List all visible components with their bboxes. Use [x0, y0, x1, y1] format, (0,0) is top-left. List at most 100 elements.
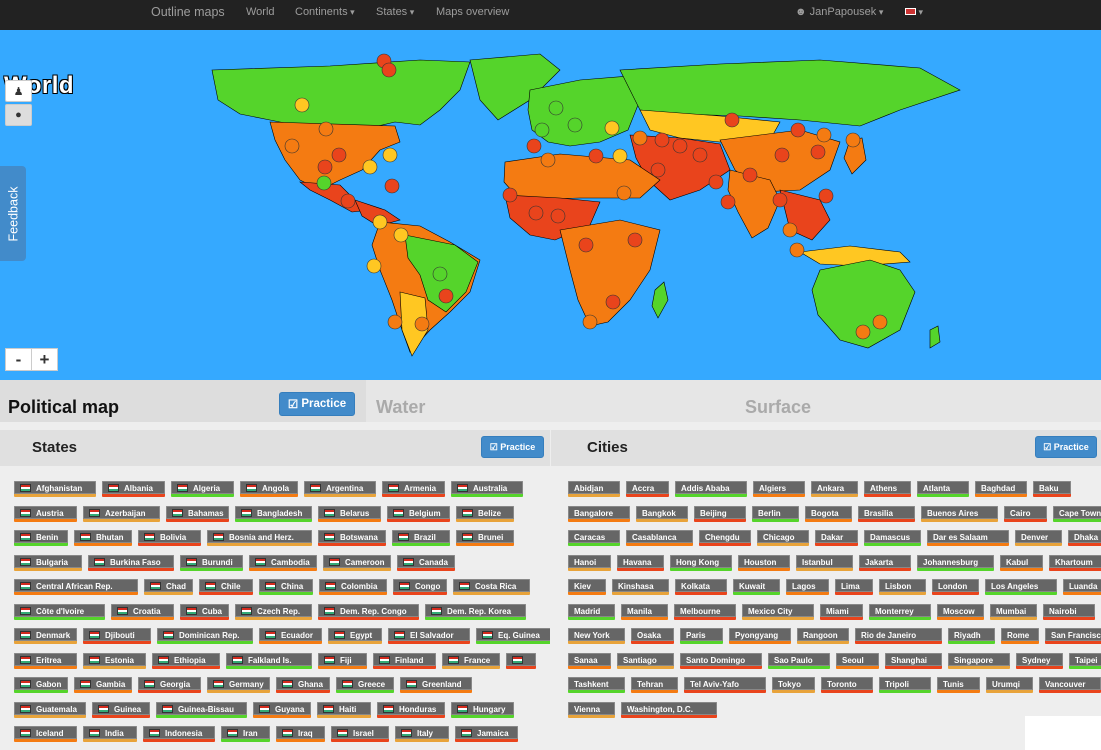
- city-marker[interactable]: [818, 188, 834, 204]
- states-chip[interactable]: Czech Rep.: [235, 603, 312, 620]
- cities-chip[interactable]: Buenos Aires: [921, 505, 998, 522]
- brand-link[interactable]: Outline maps: [151, 0, 225, 30]
- states-chip[interactable]: Ethiopia: [152, 652, 220, 669]
- states-chip[interactable]: Indonesia: [143, 726, 215, 742]
- cities-chip[interactable]: Casablanca: [626, 530, 693, 546]
- states-chip[interactable]: Denmark: [14, 628, 77, 644]
- city-marker[interactable]: [340, 193, 356, 209]
- states-chip[interactable]: Brazil: [392, 530, 450, 546]
- nav-continents[interactable]: Continents: [295, 0, 355, 30]
- feedback-tab[interactable]: Feedback: [0, 166, 26, 261]
- cities-chip[interactable]: Bogota: [805, 505, 852, 522]
- cities-chip[interactable]: New York: [568, 628, 625, 644]
- cities-chip[interactable]: Atlanta: [917, 481, 969, 497]
- city-marker[interactable]: [548, 100, 564, 116]
- cities-chip[interactable]: Chengdu: [699, 530, 751, 546]
- cities-chip[interactable]: Istanbul: [796, 554, 853, 571]
- city-marker[interactable]: [393, 227, 409, 243]
- states-chip[interactable]: Albania: [102, 481, 165, 497]
- city-marker[interactable]: [331, 147, 347, 163]
- cities-chip[interactable]: Kuwait: [733, 579, 780, 595]
- city-marker[interactable]: [604, 120, 620, 136]
- states-chip[interactable]: Afghanistan: [14, 481, 96, 497]
- states-chip[interactable]: Eritrea: [14, 652, 77, 669]
- cities-chip[interactable]: Denver: [1015, 530, 1062, 546]
- states-chip[interactable]: Croatia: [111, 603, 174, 620]
- user-menu[interactable]: ☻ JanPapousek: [795, 0, 883, 30]
- cities-chip[interactable]: Santo Domingo: [680, 652, 762, 669]
- states-chip[interactable]: Argentina: [304, 481, 376, 497]
- city-marker[interactable]: [381, 62, 397, 78]
- cities-chip[interactable]: Kiev: [568, 579, 606, 595]
- nav-world[interactable]: World: [246, 0, 275, 30]
- city-marker[interactable]: [774, 147, 790, 163]
- cities-chip[interactable]: Rangoon: [797, 628, 849, 644]
- city-marker[interactable]: [588, 148, 604, 164]
- states-chip[interactable]: Bangladesh: [235, 505, 312, 522]
- states-chip[interactable]: Djibouti: [83, 628, 151, 644]
- cities-chip[interactable]: Urumqi: [986, 677, 1033, 693]
- city-marker[interactable]: [526, 138, 542, 154]
- states-chip[interactable]: Belize: [456, 505, 514, 522]
- cities-chip[interactable]: Nairobi: [1043, 603, 1095, 620]
- cities-chip[interactable]: Dhaka: [1068, 530, 1101, 546]
- city-marker[interactable]: [294, 97, 310, 113]
- cities-chip[interactable]: Sydney: [1016, 652, 1063, 669]
- states-chip[interactable]: Bolivia: [138, 530, 201, 546]
- states-chip[interactable]: Bosnia and Herz.: [207, 530, 312, 546]
- nav-maps-overview[interactable]: Maps overview: [436, 0, 509, 30]
- cities-chip[interactable]: Khartoum: [1049, 554, 1101, 571]
- cities-chip[interactable]: Cairo: [1004, 505, 1047, 522]
- tab-political-map[interactable]: Political map ☑ Practice: [0, 380, 366, 422]
- states-chip[interactable]: Chile: [199, 579, 253, 595]
- world-map[interactable]: World ♟ ● Feedback: [0, 30, 1101, 380]
- cities-chip[interactable]: Lagos: [786, 579, 829, 595]
- cities-chip[interactable]: Lima: [835, 579, 873, 595]
- cities-chip[interactable]: Los Angeles: [985, 579, 1057, 595]
- cities-chip[interactable]: Rio de Janeiro: [855, 628, 942, 644]
- states-chip[interactable]: Algeria: [171, 481, 234, 497]
- states-chip[interactable]: France: [442, 652, 500, 669]
- states-chip[interactable]: Canada: [397, 554, 455, 571]
- states-chip[interactable]: Angola: [240, 481, 298, 497]
- states-chip[interactable]: Hungary: [451, 701, 514, 718]
- city-marker[interactable]: [772, 192, 788, 208]
- city-marker[interactable]: [627, 232, 643, 248]
- cities-chip[interactable]: Luanda: [1063, 579, 1101, 595]
- cities-chip[interactable]: Addis Ababa: [675, 481, 747, 497]
- cities-chip[interactable]: Toronto: [821, 677, 873, 693]
- states-chip[interactable]: Israel: [331, 726, 389, 742]
- cities-chip[interactable]: Damascus: [864, 530, 921, 546]
- cities-chip[interactable]: Osaka: [631, 628, 674, 644]
- city-marker[interactable]: [578, 237, 594, 253]
- city-marker[interactable]: [855, 324, 871, 340]
- states-chip[interactable]: Jamaica: [455, 726, 518, 742]
- city-marker[interactable]: [654, 132, 670, 148]
- cities-chip[interactable]: Singapore: [948, 652, 1010, 669]
- cities-chip[interactable]: Bangalore: [568, 505, 630, 522]
- cities-chip[interactable]: Pyongyang: [729, 628, 791, 644]
- states-chip[interactable]: Côte d'Ivoire: [14, 603, 105, 620]
- cities-chip[interactable]: Tehran: [631, 677, 678, 693]
- language-menu[interactable]: [905, 0, 923, 30]
- cities-chip[interactable]: Accra: [626, 481, 669, 497]
- states-chip[interactable]: Gambia: [74, 677, 132, 693]
- states-chip[interactable]: [506, 652, 536, 669]
- tab-surface[interactable]: Surface: [745, 397, 811, 418]
- states-chip[interactable]: Finland: [373, 652, 436, 669]
- cities-chip[interactable]: Mexico City: [742, 603, 814, 620]
- map-canvas[interactable]: [0, 30, 1101, 380]
- states-chip[interactable]: Bulgaria: [14, 554, 82, 571]
- states-chip[interactable]: Azerbaijan: [83, 505, 160, 522]
- cities-chip[interactable]: Johannesburg: [917, 554, 994, 571]
- city-marker[interactable]: [632, 130, 648, 146]
- cities-chip[interactable]: Rome: [1001, 628, 1039, 644]
- city-marker[interactable]: [528, 205, 544, 221]
- cities-chip[interactable]: Baku: [1033, 481, 1071, 497]
- states-chip[interactable]: Chad: [144, 579, 193, 595]
- cities-chip[interactable]: Tripoli: [879, 677, 931, 693]
- cities-chip[interactable]: Sao Paulo: [768, 652, 830, 669]
- states-chip[interactable]: Guatemala: [14, 701, 86, 718]
- city-marker[interactable]: [382, 147, 398, 163]
- states-chip[interactable]: Belgium: [387, 505, 450, 522]
